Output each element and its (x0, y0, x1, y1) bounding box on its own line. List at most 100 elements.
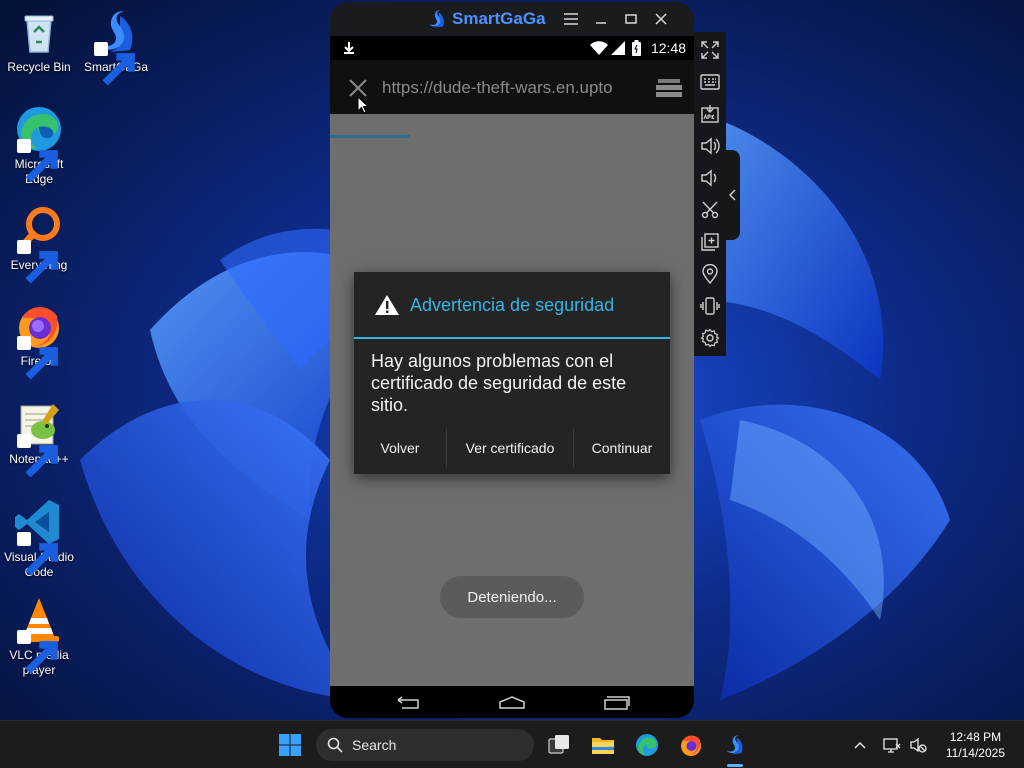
recents-icon (604, 696, 630, 710)
page-load-progress (330, 135, 410, 138)
smartgaga-logo-icon (429, 10, 444, 28)
taskbar-search-box[interactable]: Search (316, 729, 534, 761)
keyboard-icon (700, 74, 720, 90)
desktop-icon-everything[interactable]: Everything (1, 204, 77, 284)
maximize-icon (625, 14, 637, 24)
back-button[interactable]: Volver (354, 426, 446, 470)
location-pin-icon (702, 264, 718, 284)
wifi-icon (590, 41, 608, 55)
android-screen: 12:48 https://dude-theft-wars.en.upto Ad… (330, 36, 694, 686)
screenshot-button[interactable] (698, 198, 722, 222)
install-apk-button[interactable] (698, 102, 722, 126)
desktop-icon-smartgaga[interactable]: SmartGaGa (78, 6, 154, 86)
keyboard-button[interactable] (698, 70, 722, 94)
gear-icon (700, 328, 720, 348)
clock-time: 12:48 PM (949, 730, 1002, 744)
vibrate-icon (700, 297, 720, 315)
back-icon (397, 696, 419, 709)
firefox-icon (681, 735, 701, 756)
shortcut-arrow-icon (94, 42, 135, 86)
shortcut-arrow-icon (17, 532, 58, 576)
volume-down-button[interactable] (698, 166, 722, 190)
fullscreen-button[interactable] (698, 38, 722, 62)
recents-nav-button[interactable] (601, 694, 631, 712)
start-button[interactable] (274, 729, 306, 761)
search-icon (327, 737, 343, 753)
desktop-icon-vscode[interactable]: Visual Studio Code (1, 496, 77, 580)
desktop-icon-recycle-bin[interactable]: Recycle Bin (1, 6, 77, 75)
emulator-window: SmartGaGa 12:48 https://dude-theft-wars.… (330, 2, 694, 718)
smartgaga-icon (726, 735, 743, 755)
status-bar-time: 12:48 (650, 40, 686, 56)
desktop-icon-edge[interactable]: Microsoft Edge (1, 103, 77, 187)
taskbar-file-explorer[interactable] (587, 729, 619, 761)
taskbar-task-view[interactable] (543, 729, 575, 761)
volume-tray-button[interactable] (909, 736, 927, 754)
shortcut-arrow-icon (17, 630, 58, 674)
warning-icon (375, 295, 399, 315)
volume-muted-icon (910, 737, 927, 753)
minimize-icon (596, 22, 606, 24)
dialog-message: Hay algunos problemas con el certificado… (371, 351, 627, 415)
volume-up-button[interactable] (698, 134, 722, 158)
download-icon (344, 42, 354, 54)
clock-date: 11/14/2025 (945, 746, 1005, 760)
desktop-icon-label: Recycle Bin (7, 60, 71, 74)
emulator-side-toolbar (694, 32, 726, 356)
folder-icon (592, 738, 614, 754)
edge-icon (636, 734, 658, 756)
multi-instance-button[interactable] (698, 230, 722, 254)
emulator-brand: SmartGaGa (426, 8, 546, 30)
shortcut-arrow-icon (17, 336, 58, 380)
desktop-icon-vlc[interactable]: VLC media player (1, 594, 77, 678)
continue-button[interactable]: Continuar (574, 426, 670, 470)
home-nav-button[interactable] (497, 694, 527, 712)
fullscreen-icon (701, 41, 719, 59)
browser-url-bar: https://dude-theft-wars.en.upto (330, 60, 694, 138)
url-text[interactable]: https://dude-theft-wars.en.upto (382, 78, 640, 98)
shortcut-arrow-icon (17, 434, 58, 478)
recycle-bin-icon (24, 15, 54, 53)
menu-button[interactable] (561, 9, 581, 29)
settings-button[interactable] (698, 326, 722, 350)
close-button[interactable] (651, 9, 671, 29)
home-icon (499, 696, 525, 709)
active-app-indicator (727, 764, 743, 767)
show-hidden-icons-button[interactable] (852, 737, 868, 753)
task-view-icon (548, 735, 569, 754)
taskbar-clock[interactable]: 12:48 PM 11/14/2025 (946, 729, 1005, 761)
taskbar-edge[interactable] (631, 729, 663, 761)
android-status-bar: 12:48 (330, 36, 694, 60)
view-certificate-button[interactable]: Ver certificado (447, 426, 573, 470)
windows-logo-icon (279, 734, 301, 756)
add-window-icon (701, 233, 719, 251)
security-warning-dialog: Advertencia de seguridad Hay algunos pro… (354, 272, 670, 474)
chevron-up-icon (854, 741, 866, 749)
shake-button[interactable] (698, 294, 722, 318)
location-button[interactable] (698, 262, 722, 286)
shortcut-arrow-icon (17, 139, 58, 183)
search-placeholder: Search (352, 737, 397, 753)
back-nav-button[interactable] (394, 694, 424, 712)
taskbar-firefox[interactable] (675, 729, 707, 761)
volume-up-icon (701, 137, 720, 155)
volume-down-icon (701, 169, 717, 187)
chevron-left-icon (729, 189, 736, 201)
maximize-button[interactable] (621, 9, 641, 29)
dialog-divider (354, 337, 670, 339)
minimize-button[interactable] (591, 9, 611, 29)
taskbar: Search 12:48 PM 11/14/2025 (0, 720, 1024, 768)
shortcut-arrow-icon (17, 240, 58, 284)
network-icon (883, 738, 901, 753)
toolbar-collapse-button[interactable] (726, 150, 740, 240)
mouse-cursor-icon (357, 96, 369, 114)
toast-message: Deteniendo... (440, 576, 584, 618)
emulator-titlebar[interactable]: SmartGaGa (330, 2, 694, 36)
desktop-icon-notepadpp[interactable]: Notepad++ (1, 398, 77, 478)
desktop-icon-firefox[interactable]: Firefox (1, 300, 77, 380)
tabs-button[interactable] (656, 79, 682, 97)
close-icon (655, 13, 667, 25)
network-tray-button[interactable] (883, 736, 901, 754)
signal-icon (611, 41, 625, 55)
taskbar-smartgaga[interactable] (719, 729, 751, 761)
